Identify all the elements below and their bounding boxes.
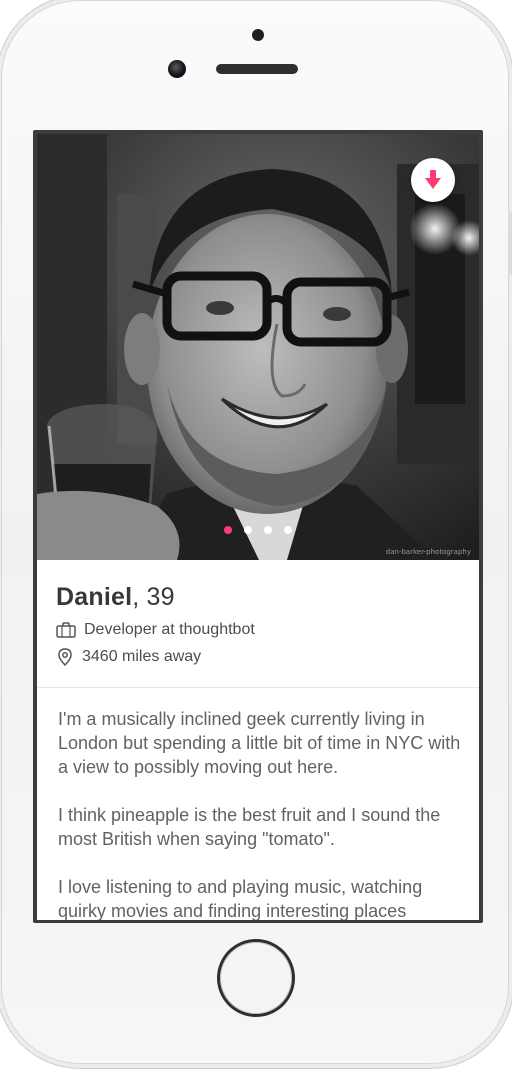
profile-photo-image bbox=[37, 134, 479, 560]
distance-row: 3460 miles away bbox=[56, 648, 201, 666]
bio-text: I'm a musically inclined geek currently … bbox=[58, 707, 468, 920]
photo-dot-2[interactable] bbox=[244, 526, 252, 534]
photo-pagination bbox=[224, 526, 292, 534]
section-divider bbox=[37, 687, 479, 688]
distance-text: 3460 miles away bbox=[82, 648, 202, 665]
briefcase-icon bbox=[56, 622, 76, 638]
profile-photo[interactable]: dan-barker-photography bbox=[37, 134, 479, 560]
bio-paragraph-2: I think pineapple is the best fruit and … bbox=[58, 805, 441, 849]
phone-screen: dan-barker-photography Daniel, 39 Develo… bbox=[33, 130, 483, 923]
photo-dot-3[interactable] bbox=[264, 526, 272, 534]
home-button[interactable] bbox=[220, 942, 292, 1014]
collapse-profile-button[interactable] bbox=[411, 158, 455, 202]
profile-name: Daniel bbox=[56, 583, 133, 611]
front-camera bbox=[168, 60, 186, 78]
earpiece-speaker bbox=[216, 64, 298, 74]
photo-dot-1[interactable] bbox=[224, 526, 232, 534]
photo-dot-4[interactable] bbox=[284, 526, 292, 534]
photo-credit: dan-barker-photography bbox=[385, 548, 471, 556]
location-pin-icon bbox=[58, 648, 72, 666]
proximity-sensor bbox=[252, 29, 264, 41]
profile-age: , 39 bbox=[132, 583, 175, 611]
arrow-down-icon bbox=[425, 170, 441, 189]
phone-frame: dan-barker-photography Daniel, 39 Develo… bbox=[2, 1, 512, 1063]
profile-info: Daniel, 39 Developer at thoughtbot 3460 … bbox=[37, 560, 479, 690]
power-button bbox=[508, 211, 512, 275]
bio-paragraph-3: I love listening to and playing music, w… bbox=[58, 877, 423, 920]
job-row: Developer at thoughtbot bbox=[56, 621, 255, 639]
profile-card: dan-barker-photography Daniel, 39 Develo… bbox=[37, 134, 479, 920]
job-title: Developer at thoughtbot bbox=[84, 621, 255, 638]
profile-name-age: Daniel, 39 bbox=[56, 583, 175, 612]
bio-paragraph-1: I'm a musically inclined geek currently … bbox=[58, 709, 461, 777]
